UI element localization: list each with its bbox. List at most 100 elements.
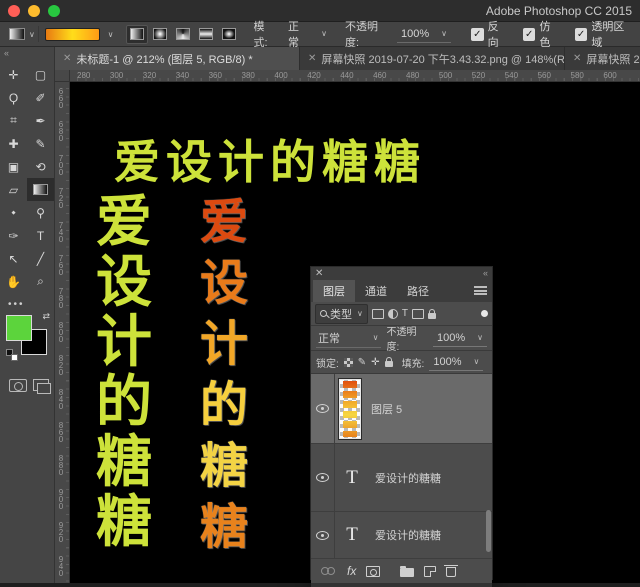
close-panel-icon[interactable]: ✕	[315, 268, 323, 279]
quick-mask-button[interactable]	[9, 379, 27, 392]
swap-colors-icon[interactable]: ⇄	[42, 311, 50, 322]
close-tab-icon[interactable]: ✕	[573, 53, 581, 64]
fill-label: 填充:	[401, 358, 425, 370]
pen-tool[interactable]: ✑	[0, 224, 27, 247]
eraser-tool[interactable]: ▱	[0, 178, 27, 201]
healing-brush-tool[interactable]: ✚	[0, 132, 27, 155]
checkbox-仿色[interactable]: ✓ 仿色	[522, 18, 561, 50]
document-tab[interactable]: ✕ 未标题-1 @ 212% (图层 5, RGB/8) *	[55, 47, 300, 70]
filter-shape-layers-icon[interactable]	[411, 308, 424, 319]
marquee-tool[interactable]: ▢	[27, 63, 54, 86]
text-layer-icon[interactable]: T	[339, 522, 365, 548]
reflected-gradient-button[interactable]	[195, 25, 217, 44]
ruler-number: 760	[58, 254, 64, 277]
lasso-tool[interactable]: Ϙ	[0, 86, 27, 109]
brush-tool[interactable]: ✎	[27, 132, 54, 155]
close-tab-icon[interactable]: ✕	[63, 53, 71, 64]
mask-icon[interactable]	[366, 565, 381, 577]
type-tool[interactable]: T	[27, 224, 54, 247]
checkbox-反向[interactable]: ✓ 反向	[471, 18, 509, 50]
collapse-panel-icon[interactable]: «	[483, 268, 488, 278]
history-brush-tool[interactable]: ⟲	[27, 155, 54, 178]
close-tab-icon[interactable]: ✕	[308, 53, 316, 64]
path-selection-tool[interactable]: ↖	[0, 247, 27, 270]
diamond-gradient-button[interactable]	[218, 25, 240, 44]
zoom-tool[interactable]: ⌕	[27, 270, 54, 293]
filter-type-layers-icon[interactable]: T	[402, 308, 408, 319]
filter-locked-layers-icon[interactable]	[427, 308, 436, 319]
newlayer-icon[interactable]	[424, 565, 437, 577]
gradient-preview[interactable]	[44, 27, 100, 41]
panel-tab-通道[interactable]: 通道	[355, 280, 397, 302]
fx-icon[interactable]: fx	[347, 564, 356, 578]
fill-dropdown[interactable]: 100% ∨	[429, 354, 484, 371]
ruler-number: 940	[58, 554, 64, 578]
ruler-number: 820	[58, 354, 64, 378]
panel-menu-icon[interactable]	[474, 286, 487, 295]
filter-type-label: 类型	[330, 308, 352, 321]
panel-tab-图层[interactable]: 图层	[313, 280, 355, 302]
ruler-number: 740	[58, 220, 64, 244]
zoom-window-button[interactable]	[48, 5, 60, 17]
lock-position-icon[interactable]: ✛	[371, 357, 379, 368]
quick-selection-tool[interactable]: ✐	[27, 86, 54, 109]
blur-tool[interactable]: ⬩	[0, 201, 27, 224]
screen-mode-button[interactable]	[33, 379, 51, 394]
ruler-number: 780	[58, 287, 64, 311]
layer-row[interactable]: T 爱设计的糖糖	[311, 444, 492, 512]
filter-toggle-icon[interactable]	[481, 310, 488, 317]
tool-preset-picker[interactable]: ∨	[6, 26, 39, 42]
layer-thumbnail[interactable]	[338, 377, 362, 440]
radial-gradient-button[interactable]	[149, 25, 171, 44]
panel-tab-路径[interactable]: 路径	[397, 280, 439, 302]
eyedropper-tool[interactable]: ✒	[27, 109, 54, 132]
link-icon[interactable]	[321, 567, 337, 575]
ruler-number: 400	[274, 71, 288, 80]
layer-visibility-toggle[interactable]	[311, 512, 335, 558]
crop-tool[interactable]: ⌗	[0, 109, 27, 132]
folder-icon[interactable]	[400, 566, 415, 577]
trash-icon[interactable]	[444, 565, 459, 577]
move-tool[interactable]: ✛	[0, 63, 27, 86]
layer-opacity-dropdown[interactable]: 100% ∨	[433, 330, 487, 347]
lock-paint-icon[interactable]: ✎	[358, 357, 366, 368]
default-colors-icon[interactable]	[6, 349, 18, 361]
ruler-number: 480	[406, 71, 420, 80]
layer-row[interactable]: 图层 5	[311, 374, 492, 444]
layer-row[interactable]: T 爱设计的糖糖	[311, 512, 492, 559]
collapse-panel-icon[interactable]: «	[4, 48, 9, 58]
close-window-button[interactable]	[8, 5, 20, 17]
panel-footer-strip	[311, 583, 492, 587]
chevron-down-icon: ∨	[477, 333, 483, 342]
filter-type-dropdown[interactable]: 类型 ∨	[315, 303, 368, 324]
tools-grid: ✛ ▢ Ϙ ✐ ⌗ ✒ ✚ ✎ ▣ ⟲ ▱ ⬩ ⚲ ✑ T ↖ ╱ ✋ ⌕	[0, 63, 55, 293]
minimize-window-button[interactable]	[28, 5, 40, 17]
text-layer-icon[interactable]: T	[339, 465, 365, 491]
lock-transparency-icon[interactable]	[343, 357, 353, 367]
clone-stamp-tool[interactable]: ▣	[0, 155, 27, 178]
ruler-number: 880	[58, 454, 64, 478]
angle-gradient-button[interactable]	[172, 25, 194, 44]
lock-all-icon[interactable]	[384, 357, 393, 367]
layer-visibility-toggle[interactable]	[311, 374, 335, 443]
ruler-number: 280	[77, 71, 91, 80]
hand-tool[interactable]: ✋	[0, 270, 27, 293]
linear-gradient-button[interactable]	[125, 24, 148, 44]
checkbox-透明区域[interactable]: ✓ 透明区域	[574, 18, 634, 50]
gradient-tool[interactable]	[27, 178, 54, 201]
edit-toolbar-ellipsis[interactable]: •••	[8, 299, 25, 310]
document-tab[interactable]: ✕ 屏幕快照 2019-07-20 下午3.43.32.png @ 148%(RG…	[300, 47, 565, 70]
dodge-tool[interactable]: ⚲	[27, 201, 54, 224]
blend-mode-dropdown[interactable]: 正常 ∨	[316, 329, 381, 348]
filter-adjustment-layers-icon[interactable]	[387, 308, 398, 319]
filter-pixel-layers-icon[interactable]	[371, 308, 384, 319]
layer-visibility-toggle[interactable]	[311, 444, 335, 511]
chevron-down-icon[interactable]: ∨	[108, 30, 114, 39]
opacity-dropdown[interactable]: 100% ∨	[397, 26, 451, 43]
gradient-tool-icon	[9, 28, 25, 40]
foreground-color-swatch[interactable]	[6, 315, 32, 341]
opacity-label: 不透明度:	[344, 21, 378, 49]
line-tool[interactable]: ╱	[27, 247, 54, 270]
document-tab[interactable]: ✕ 屏幕快照 2019-07-20	[565, 47, 640, 70]
panel-scrollbar[interactable]	[486, 510, 491, 552]
